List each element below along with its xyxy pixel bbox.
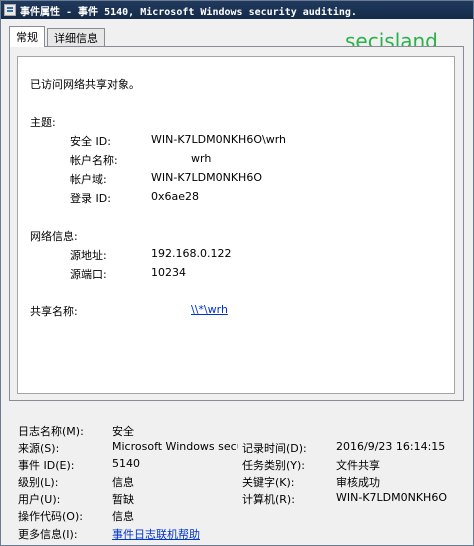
log-name-label: 日志名称(M): xyxy=(18,425,84,438)
share-name-link[interactable]: \\*\wrh xyxy=(191,303,228,316)
log-name-value: 安全 xyxy=(112,425,134,438)
event-description-box[interactable]: 已访问网络共享对象。 主题: 安全 ID: WIN-K7LDM0NKH6O\wr… xyxy=(17,56,455,394)
task-category-value: 文件共享 xyxy=(336,459,380,472)
source-port-value: 10234 xyxy=(151,266,186,279)
source-label: 来源(S): xyxy=(18,442,60,455)
logged-label: 记录时间(D): xyxy=(242,442,307,455)
source-port-label: 源端口: xyxy=(70,268,107,281)
window-title: 事件属性 - 事件 5140, Microsoft Windows securi… xyxy=(20,6,357,18)
computer-value: WIN-K7LDM0NKH6O xyxy=(336,491,447,504)
user-value: 暂缺 xyxy=(112,493,134,506)
computer-label: 计算机(R): xyxy=(242,493,295,506)
keywords-value: 审核成功 xyxy=(336,476,380,489)
security-id-value: WIN-K7LDM0NKH6O\wrh xyxy=(151,133,286,146)
share-name-label: 共享名称: xyxy=(30,305,78,318)
online-help-link[interactable]: 事件日志联机帮助 xyxy=(112,526,200,542)
task-category-label: 任务类别(Y): xyxy=(242,459,306,472)
account-domain-label: 帐户域: xyxy=(70,173,107,186)
subject-header: 主题: xyxy=(30,116,56,129)
tab-bar: 常规 详细信息 xyxy=(9,26,107,47)
opcode-label: 操作代码(O): xyxy=(18,510,83,523)
tab-details[interactable]: 详细信息 xyxy=(47,28,105,46)
logon-id-value: 0x6ae28 xyxy=(151,190,200,203)
source-value: Microsoft Windows secur xyxy=(112,440,238,453)
account-name-value: wrh xyxy=(191,152,212,165)
logon-id-label: 登录 ID: xyxy=(70,192,111,205)
tab-general[interactable]: 常规 xyxy=(9,26,45,47)
account-name-label: 帐户名称: xyxy=(70,154,118,167)
title-bar[interactable]: 事件属性 - 事件 5140, Microsoft Windows securi… xyxy=(1,1,473,19)
event-id-value: 5140 xyxy=(112,457,140,470)
description-intro: 已访问网络共享对象。 xyxy=(30,78,140,91)
network-header: 网络信息: xyxy=(30,230,78,243)
account-domain-value: WIN-K7LDM0NKH6O xyxy=(151,171,262,184)
more-info-label: 更多信息(I): xyxy=(18,528,78,541)
event-viewer-icon xyxy=(4,4,16,16)
opcode-value: 信息 xyxy=(112,510,134,523)
event-properties-window: 事件属性 - 事件 5140, Microsoft Windows securi… xyxy=(0,0,474,546)
user-label: 用户(U): xyxy=(18,493,61,506)
level-value: 信息 xyxy=(112,476,134,489)
source-address-value: 192.168.0.122 xyxy=(151,247,232,260)
source-address-label: 源地址: xyxy=(70,249,107,262)
logged-value: 2016/9/23 16:14:15 xyxy=(336,440,446,453)
event-id-label: 事件 ID(E): xyxy=(18,459,75,472)
security-id-label: 安全 ID: xyxy=(70,135,111,148)
general-tab-panel: 已访问网络共享对象。 主题: 安全 ID: WIN-K7LDM0NKH6O\wr… xyxy=(9,46,464,401)
level-label: 级别(L): xyxy=(18,476,59,489)
keywords-label: 关键字(K): xyxy=(242,476,295,489)
